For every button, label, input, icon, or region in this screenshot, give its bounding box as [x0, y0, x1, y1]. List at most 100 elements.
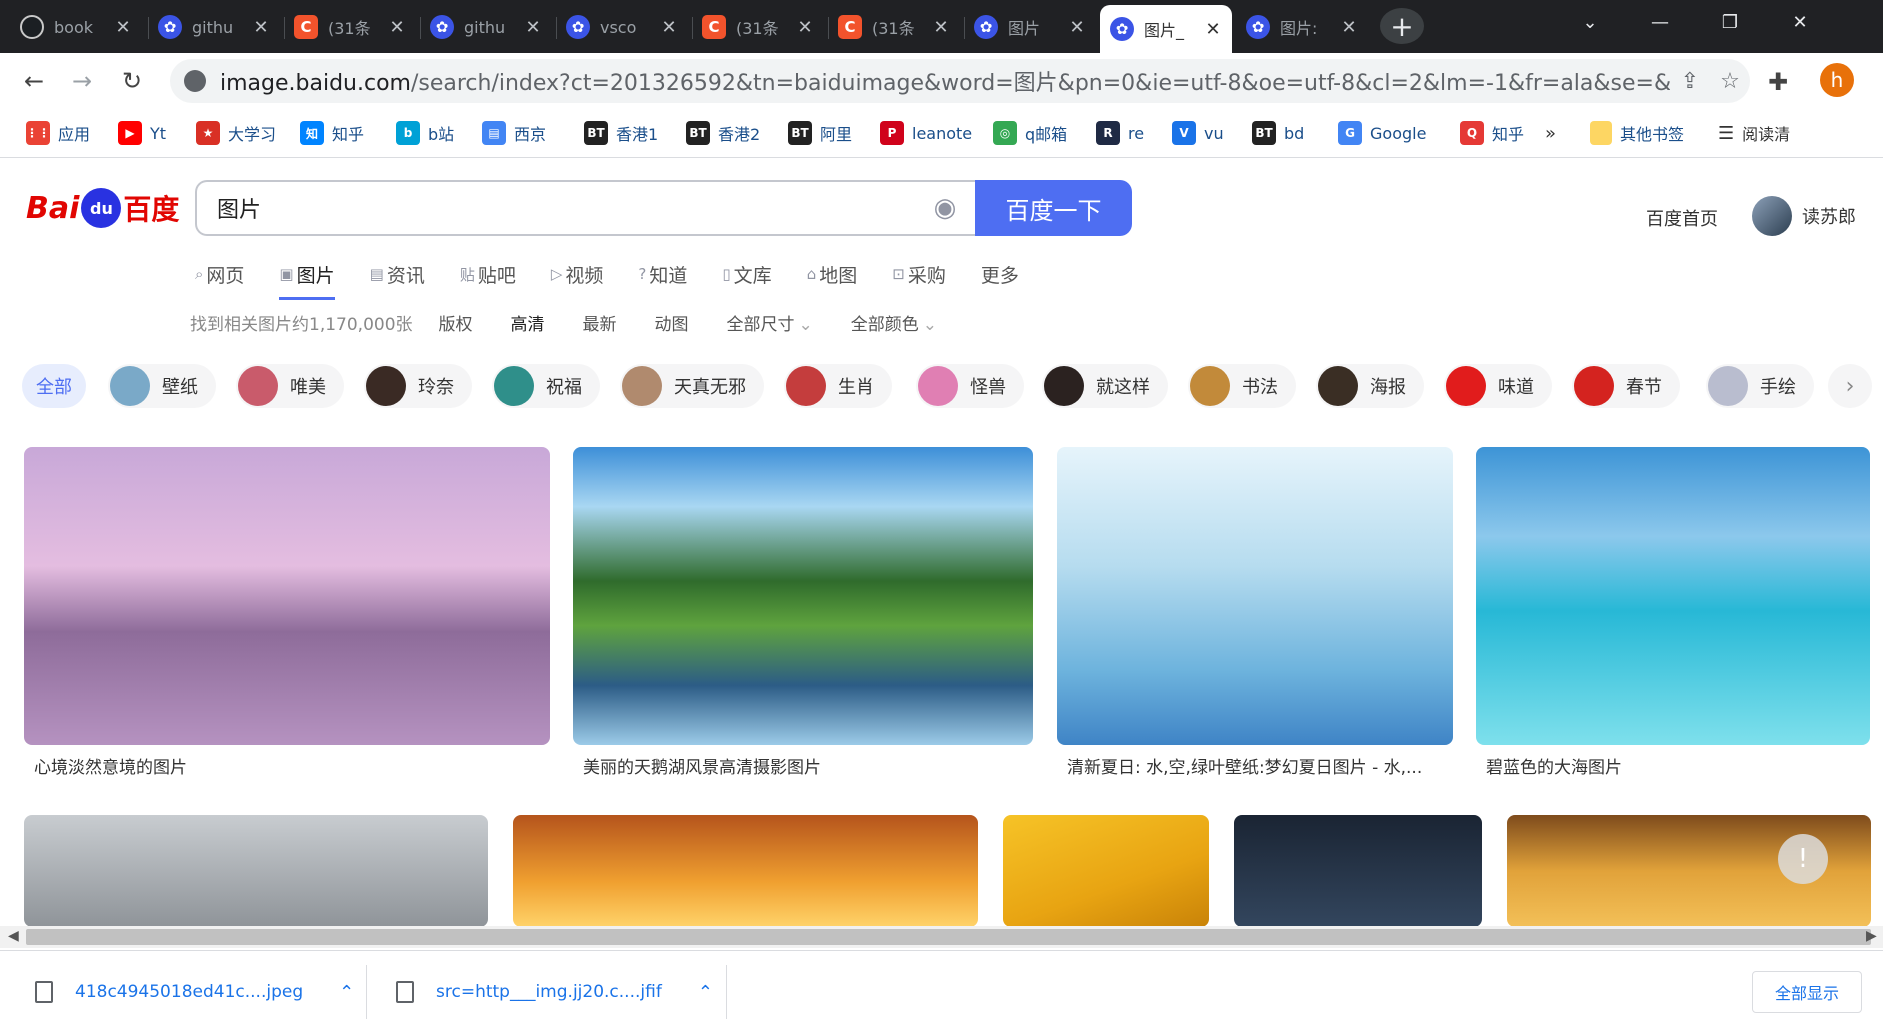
close-tab-icon[interactable]: ✕: [252, 17, 270, 38]
tab-search-chevron-icon[interactable]: ⌄: [1555, 0, 1625, 44]
image-thumbnail[interactable]: [24, 447, 550, 745]
close-tab-icon[interactable]: ✕: [388, 17, 406, 38]
user-name[interactable]: 读苏郎: [1802, 203, 1856, 229]
download-item[interactable]: 418c4945018ed41c....jpeg ⌃: [35, 965, 354, 1019]
nav-tab[interactable]: ? 知道: [638, 254, 687, 294]
show-all-downloads-button[interactable]: 全部显示: [1752, 971, 1862, 1013]
user-avatar[interactable]: [1752, 196, 1792, 236]
nav-tab[interactable]: ⌕ 网页: [195, 254, 244, 294]
filter-option[interactable]: 最新: [583, 310, 617, 335]
bookmark-item[interactable]: 知知乎: [300, 120, 364, 146]
download-filename[interactable]: src=http___img.jj20.c....jfif: [436, 982, 662, 1002]
image-caption[interactable]: 碧蓝色的大海图片: [1486, 753, 1870, 778]
image-caption[interactable]: 心境淡然意境的图片: [34, 753, 550, 778]
browser-tab[interactable]: book ✕: [10, 5, 142, 49]
bookmark-item[interactable]: Vvu: [1172, 120, 1224, 146]
image-thumbnail[interactable]: [573, 447, 1033, 745]
close-window-button[interactable]: ✕: [1765, 0, 1835, 44]
close-tab-icon[interactable]: ✕: [796, 17, 814, 38]
browser-tab[interactable]: C (31条 ✕: [284, 5, 416, 49]
filter-option[interactable]: 高清: [511, 310, 545, 335]
new-tab-button[interactable]: +: [1380, 8, 1424, 44]
scrollbar-thumb[interactable]: [26, 929, 1871, 945]
scroll-left-icon[interactable]: ◀: [8, 928, 19, 944]
address-bar[interactable]: image.baidu.com/search/index?ct=20132659…: [170, 59, 1750, 103]
bookmark-item[interactable]: BT bd: [1252, 120, 1304, 146]
forward-arrow-icon[interactable]: →: [64, 63, 100, 99]
bookmark-item[interactable]: ◎ q邮箱: [993, 120, 1067, 146]
nav-tab[interactable]: 贴贴吧: [460, 254, 516, 294]
bookmark-star-icon[interactable]: ☆: [1710, 69, 1750, 94]
image-thumbnail[interactable]: [513, 815, 978, 927]
minimize-button[interactable]: —: [1625, 0, 1695, 44]
filter-option[interactable]: 动图: [655, 310, 689, 335]
search-query[interactable]: 图片: [217, 192, 915, 224]
tag-chip[interactable]: 书法: [1188, 364, 1296, 408]
browser-tab[interactable]: ✿ githu ✕: [420, 5, 552, 49]
nav-tab[interactable]: ⌂ 地图: [807, 254, 858, 294]
filter-option[interactable]: 全部颜色 ⌄: [851, 310, 937, 335]
restore-button[interactable]: ❐: [1695, 0, 1765, 44]
image-thumbnail[interactable]: [1234, 815, 1482, 927]
chevron-up-icon[interactable]: ⌃: [698, 982, 713, 1003]
nav-tab[interactable]: 更多: [981, 254, 1019, 294]
bookmark-item[interactable]: b b站: [396, 120, 454, 146]
close-tab-icon[interactable]: ✕: [660, 17, 678, 38]
close-tab-icon[interactable]: ✕: [1204, 19, 1222, 40]
image-caption[interactable]: 清新夏日: 水,空,绿叶壁纸:梦幻夏日图片 - 水,...: [1067, 753, 1453, 778]
bookmark-item[interactable]: BT 香港1: [584, 120, 658, 146]
close-tab-icon[interactable]: ✕: [524, 17, 542, 38]
other-bookmarks-folder[interactable]: 其他书签: [1590, 120, 1684, 146]
tag-chip[interactable]: 海报: [1316, 364, 1424, 408]
chevron-up-icon[interactable]: ⌃: [339, 982, 354, 1003]
bookmark-item[interactable]: ⋮⋮ 应用: [26, 120, 90, 146]
scroll-right-icon[interactable]: ▶: [1866, 928, 1877, 944]
bookmark-item[interactable]: ▶ Yt: [118, 120, 166, 146]
browser-tab[interactable]: ✿ githu ✕: [148, 5, 280, 49]
nav-tab[interactable]: ▣ 图片: [279, 254, 335, 300]
browser-tab[interactable]: ✿ 图片 ✕: [964, 5, 1096, 49]
tag-chip[interactable]: 玲奈: [364, 364, 472, 408]
bookmark-item[interactable]: ★ 大学习: [196, 120, 276, 146]
nav-tab[interactable]: ▷ 视频: [551, 254, 604, 294]
user-menu[interactable]: 读苏郎: [1752, 196, 1856, 236]
tag-chip[interactable]: 唯美: [236, 364, 344, 408]
filter-option[interactable]: 全部尺寸 ⌄: [727, 310, 813, 335]
horizontal-scrollbar[interactable]: ◀ ▶: [0, 926, 1883, 948]
baidu-home-link[interactable]: 百度首页: [1646, 205, 1718, 231]
tag-chip[interactable]: 祝福: [492, 364, 600, 408]
image-thumbnail[interactable]: [1057, 447, 1453, 745]
download-filename[interactable]: 418c4945018ed41c....jpeg: [75, 982, 303, 1002]
image-caption[interactable]: 美丽的天鹅湖风景高清摄影图片: [583, 753, 1033, 778]
browser-tab[interactable]: ✿ vsco ✕: [556, 5, 688, 49]
camera-icon[interactable]: ◉: [915, 193, 975, 223]
feedback-button[interactable]: !: [1778, 834, 1828, 884]
close-tab-icon[interactable]: ✕: [932, 17, 950, 38]
tag-chip[interactable]: 壁纸: [108, 364, 216, 408]
bookmark-item[interactable]: ▤ 西京: [482, 120, 546, 146]
close-tab-icon[interactable]: ✕: [1340, 17, 1358, 38]
tag-chip[interactable]: 味道: [1444, 364, 1552, 408]
browser-tab[interactable]: ✿ 图片: ✕: [1236, 5, 1368, 49]
search-button[interactable]: 百度一下: [975, 180, 1132, 236]
filter-option[interactable]: 版权: [439, 310, 473, 335]
browser-tab[interactable]: C (31条 ✕: [828, 5, 960, 49]
image-thumbnail[interactable]: [1476, 447, 1870, 745]
tag-chip[interactable]: 全部: [22, 364, 86, 408]
profile-avatar[interactable]: h: [1820, 63, 1854, 97]
browser-tab[interactable]: ✿ 图片_ ✕: [1100, 5, 1232, 53]
nav-tab[interactable]: ▤ 资讯: [370, 254, 425, 294]
tag-chip[interactable]: 手绘: [1706, 364, 1814, 408]
bookmark-item[interactable]: Rre: [1096, 120, 1144, 146]
close-tab-icon[interactable]: ✕: [114, 17, 132, 38]
bookmark-item[interactable]: G Google: [1338, 120, 1426, 146]
bookmark-item[interactable]: Pleanote: [880, 120, 972, 146]
nav-tab[interactable]: ⊡ 采购: [892, 254, 946, 294]
tag-chip[interactable]: 天真无邪: [620, 364, 764, 408]
bookmark-item[interactable]: Q 知乎: [1460, 120, 1524, 146]
tag-chip[interactable]: 就这样: [1042, 364, 1168, 408]
tag-chip[interactable]: 生肖: [784, 364, 892, 408]
bookmarks-overflow-icon[interactable]: »: [1545, 120, 1556, 146]
bookmark-item[interactable]: BT 香港2: [686, 120, 760, 146]
back-arrow-icon[interactable]: ←: [16, 63, 52, 99]
